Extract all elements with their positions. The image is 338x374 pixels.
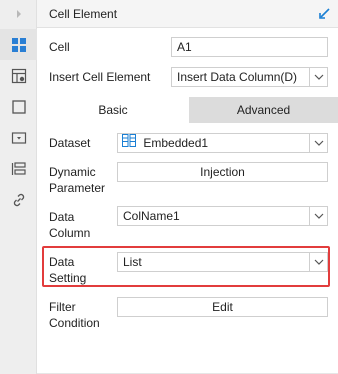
dataset-select[interactable]: Embedded1 (117, 133, 328, 153)
chevron-down-icon (309, 253, 327, 271)
dataset-icon (122, 134, 136, 152)
insert-cell-element-select[interactable]: Insert Data Column(D) (171, 67, 328, 87)
insert-cell-element-label: Insert Cell Element (49, 70, 151, 84)
filter-condition-label-1: Filter (49, 300, 76, 314)
edit-filter-button[interactable]: Edit (117, 297, 328, 317)
tab-basic[interactable]: Basic (37, 97, 189, 123)
injection-button[interactable]: Injection (117, 162, 328, 182)
chevron-down-icon (309, 68, 327, 86)
cell-input[interactable]: A1 (171, 37, 328, 57)
data-column-label-1: Data (49, 210, 75, 224)
edit-button-label: Edit (212, 300, 233, 314)
data-column-select[interactable]: ColName1 (117, 206, 328, 226)
float-element-icon[interactable] (0, 91, 37, 122)
cell-label: Cell (49, 40, 70, 54)
expand-arrow-icon[interactable] (0, 0, 37, 28)
panel-header: Cell Element (37, 0, 338, 28)
cell-element-icon[interactable] (0, 29, 37, 60)
data-setting-value: List (123, 255, 142, 269)
data-setting-label-2: Setting (49, 271, 87, 285)
dataset-value: Embedded1 (143, 136, 209, 150)
cell-attribute-icon[interactable] (0, 60, 37, 91)
settings-tabs: Basic Advanced (37, 97, 338, 123)
collapse-arrow-icon[interactable] (318, 6, 332, 23)
chevron-down-icon (309, 207, 327, 225)
data-column-label-2: Column (49, 226, 91, 240)
insert-cell-element-value: Insert Data Column(D) (177, 70, 298, 84)
condition-attribute-icon[interactable] (0, 153, 37, 184)
dataset-label: Dataset (49, 136, 91, 150)
widget-icon[interactable] (0, 122, 37, 153)
data-setting-label-1: Data (49, 255, 75, 269)
dynamic-parameter-label-2: Parameter (49, 181, 106, 195)
data-setting-select[interactable]: List (117, 252, 328, 272)
data-column-value: ColName1 (123, 209, 180, 223)
tab-advanced[interactable]: Advanced (189, 97, 338, 123)
panel-title: Cell Element (49, 7, 118, 21)
filter-condition-label-2: Condition (49, 316, 100, 330)
chevron-down-icon (309, 134, 327, 152)
dynamic-parameter-label-1: Dynamic (49, 165, 96, 179)
side-icon-rail (0, 0, 37, 374)
hyperlink-icon[interactable] (0, 184, 37, 215)
